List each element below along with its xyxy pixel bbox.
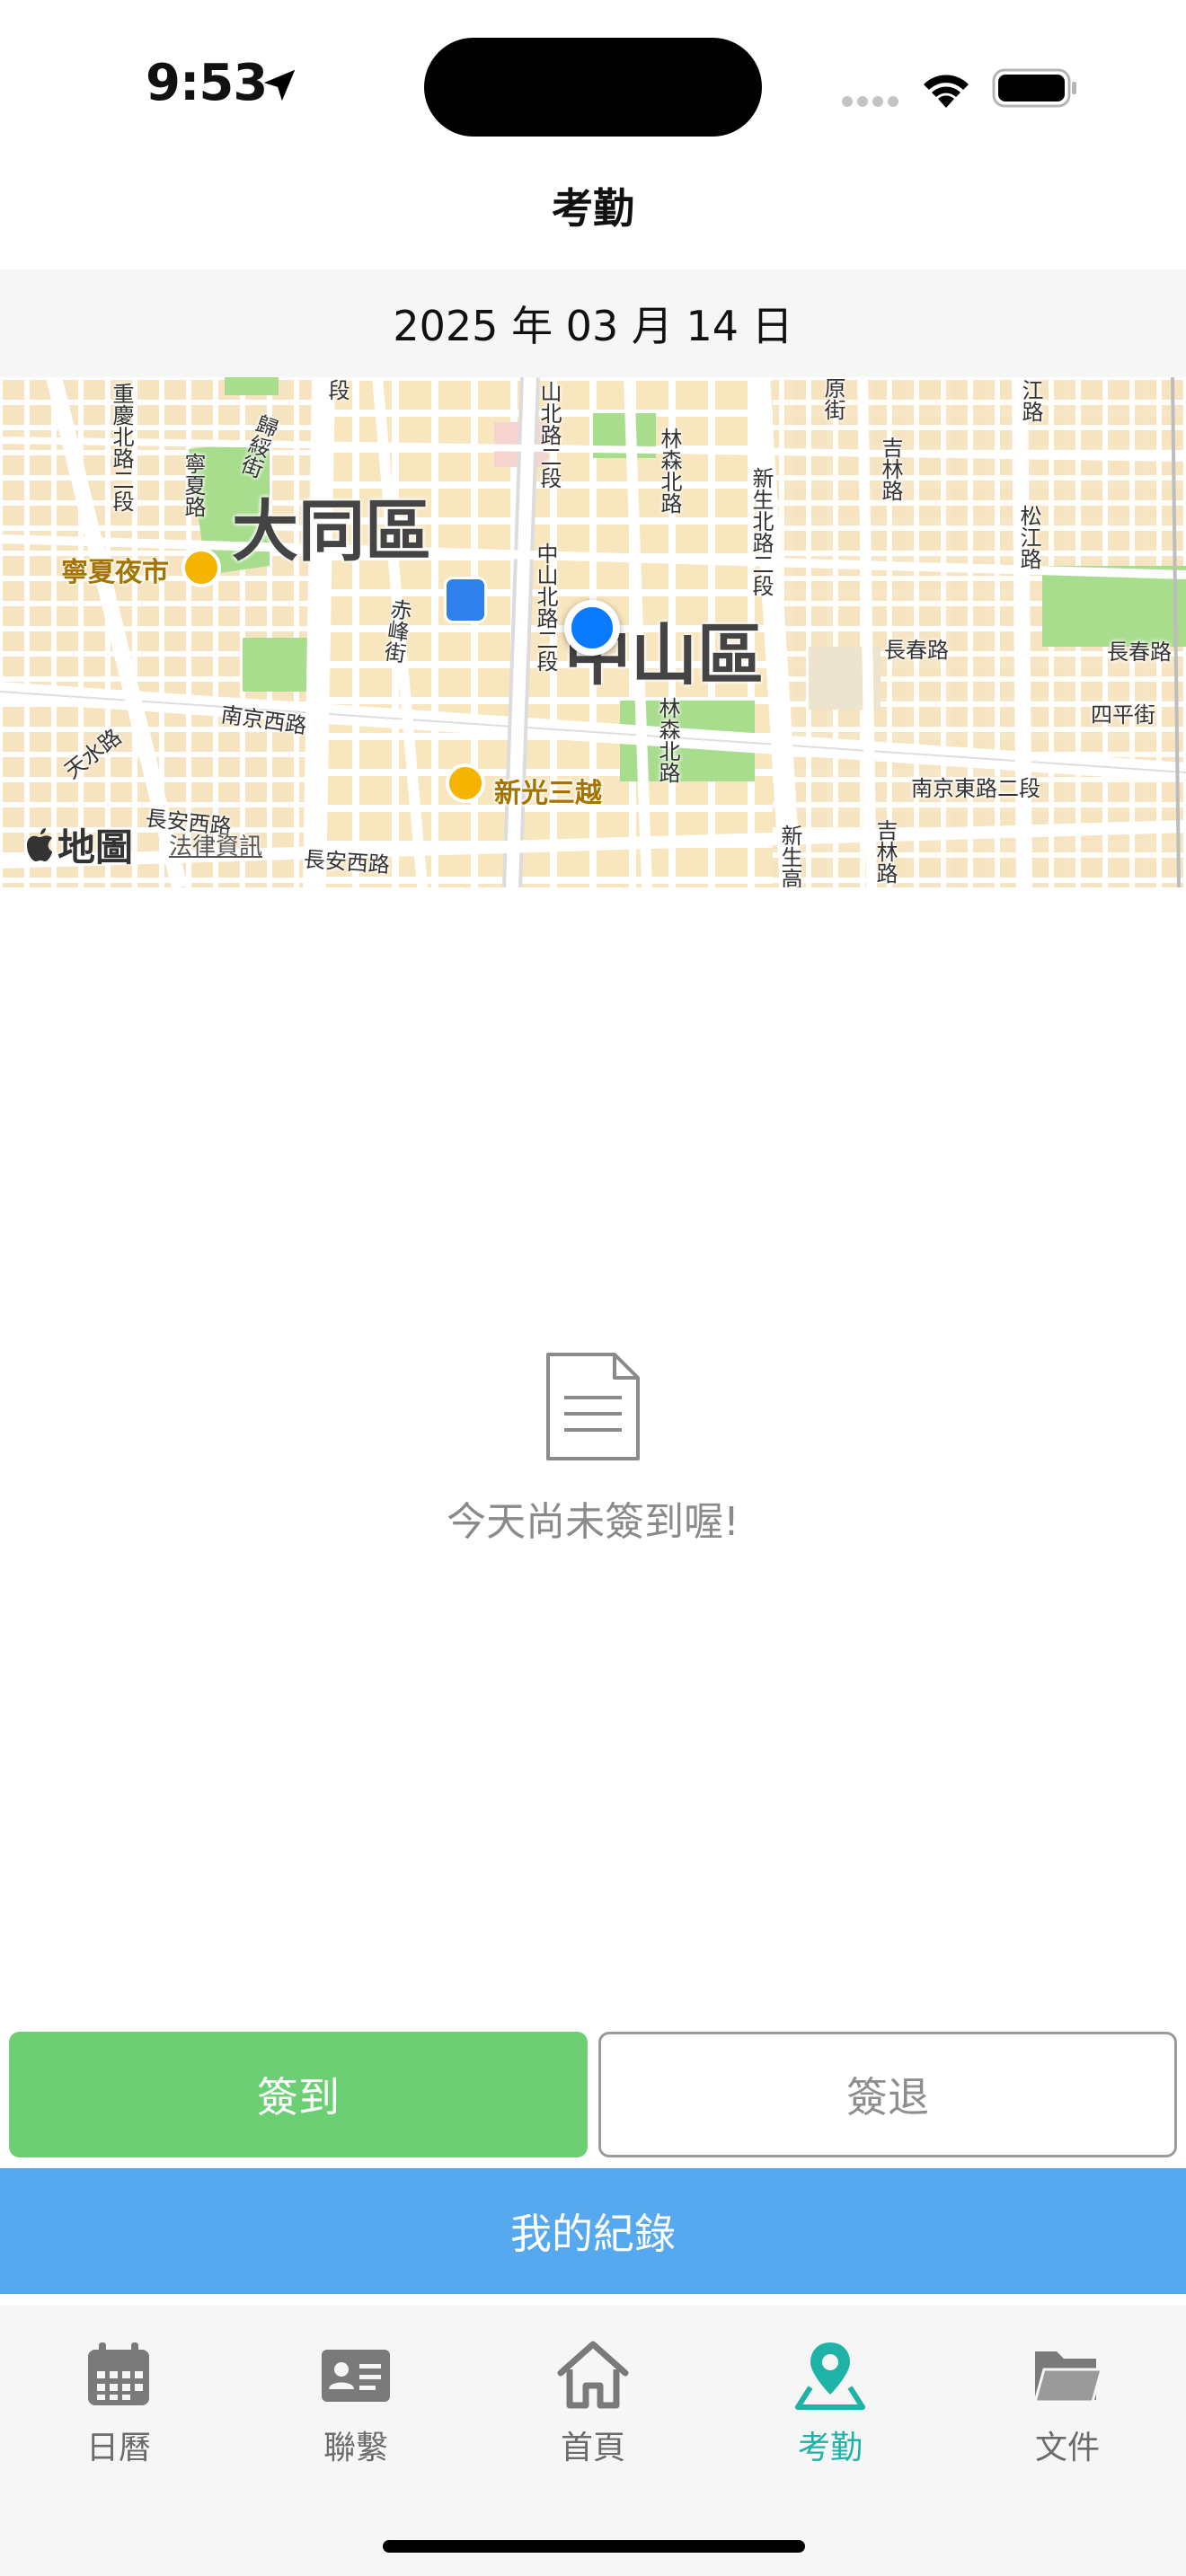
tab-label: 聯繫 [323,2430,388,2466]
apple-logo-icon [27,827,52,861]
tab-label: 考勤 [797,2430,863,2466]
map-road-label: 寧夏路 [181,453,206,517]
map-pin-icon [795,2342,865,2410]
tab-label: 文件 [1034,2430,1100,2466]
map-road-label: 吉林路 [872,819,898,884]
map-road-label: 長春路 [1107,640,1172,665]
map-brand-label: 地圖 [58,825,134,869]
check-in-button[interactable]: 簽到 [9,2032,588,2157]
tab-label: 日曆 [85,2430,151,2466]
map-road-label: 江路 [1018,379,1043,422]
map-road-label: 長安西路 [302,846,391,878]
map-road-label: 四平街 [1091,702,1155,728]
map-road-label: 林森北路 [657,428,682,514]
wifi-icon [924,75,969,108]
calendar-icon [88,2342,149,2405]
map-road-label: 長春路 [884,638,949,663]
map-road-label: 新生高 [777,825,802,887]
map-brand: 地圖 [23,817,133,872]
map-poi-label[interactable]: 寧夏夜市 [61,550,169,589]
home-indicator[interactable] [383,2540,805,2553]
my-records-button[interactable]: 我的紀錄 [0,2168,1186,2294]
empty-state-text: 今天尚未簽到喔! [447,1499,739,1545]
map-road-label: 新生北路二段 [748,467,774,596]
document-icon [546,1353,640,1460]
map-road-label: 松江路 [1016,505,1041,569]
tab-attendance[interactable]: 考勤 [740,2337,920,2481]
tab-bar: 日曆 聯繫 首頁 考勤 文件 [0,2305,1186,2576]
metro-station-icon[interactable] [444,577,487,623]
date-display: 2025 年 03 月 14 日 [0,269,1186,377]
map-road-label: 原街 [820,377,845,420]
page-title: 考勤 [552,184,634,233]
map-road-label: 吉林路 [878,437,903,501]
tab-calendar[interactable]: 日曆 [29,2337,208,2481]
map-road-label: 南京東路二段 [911,776,1040,801]
home-icon [557,2341,629,2409]
map-district-label: 大同區 [232,493,431,570]
map-road-label: 段 [324,379,350,401]
user-location-dot [564,600,620,656]
status-bar: 9:53 [0,0,1186,162]
tab-label: 首頁 [560,2430,625,2466]
map-road-label: 林森北路 [655,697,680,783]
contact-card-icon [322,2350,390,2402]
location-arrow-icon [263,69,296,101]
legal-link[interactable]: 法律資訊 [169,828,262,861]
map-poi-label[interactable]: 新光三越 [494,771,602,810]
shopping-bag-icon[interactable] [446,763,485,803]
map-view[interactable]: 大同區 中山區 南京西路 天水路 長安西路 長安西路 長春路 長春路 四平街 南… [0,377,1186,887]
battery-icon [992,68,1076,108]
tab-contacts[interactable]: 聯繫 [266,2337,446,2481]
status-time: 9:53 [146,54,268,112]
tab-home[interactable]: 首頁 [503,2337,683,2481]
cellular-dots-icon [842,96,898,107]
night-market-icon[interactable] [181,548,221,587]
map-road-label: 中山北路二段 [533,543,558,672]
folder-icon [1033,2351,1103,2404]
tab-documents[interactable]: 文件 [978,2337,1157,2481]
dynamic-island [424,38,762,137]
map-road-label: 重慶北路二段 [109,383,134,512]
map-road-label: 山北路二段 [536,381,562,489]
check-out-button[interactable]: 簽退 [598,2032,1177,2157]
